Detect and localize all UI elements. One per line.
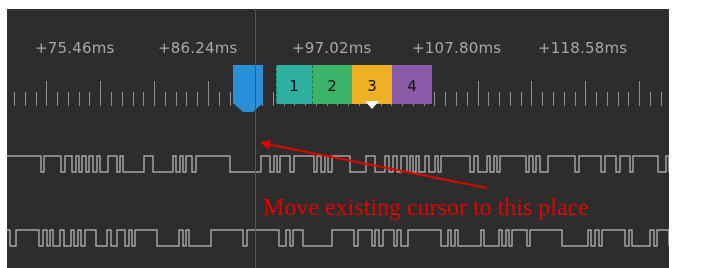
cursor-line[interactable] bbox=[255, 9, 256, 268]
digital-waveform bbox=[7, 155, 669, 173]
digital-waveform bbox=[7, 229, 669, 247]
annotation-text: Move existing cursor to this place bbox=[263, 195, 589, 221]
waveform-area[interactable] bbox=[7, 9, 669, 268]
timing-panel[interactable]: +75.46ms +86.24ms +97.02ms +107.80ms +11… bbox=[7, 9, 669, 268]
